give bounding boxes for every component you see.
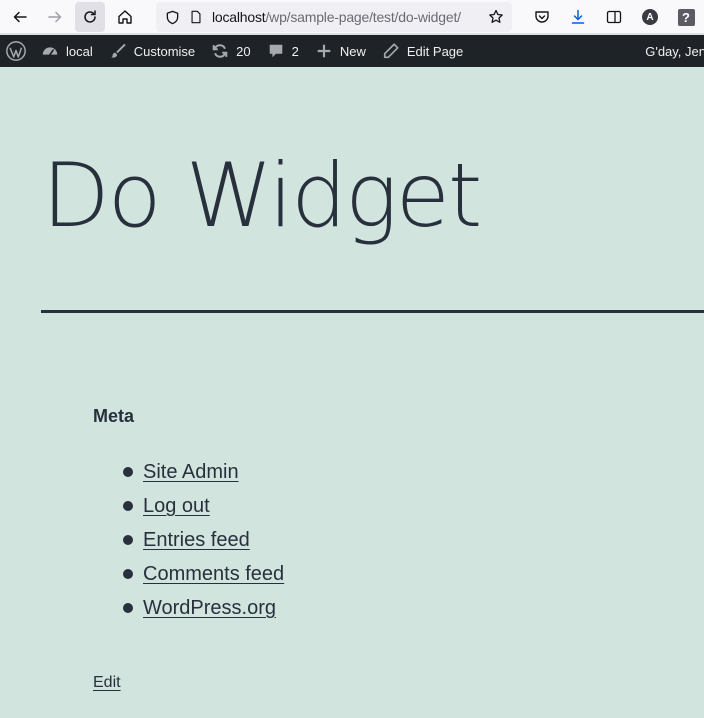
wp-admin-bar: local Customise 20 2 New Edit Page G'day… xyxy=(0,35,704,67)
home-icon xyxy=(118,9,132,24)
new-content-menu[interactable]: New xyxy=(307,35,374,67)
paintbrush-icon xyxy=(109,42,127,60)
list-item: Site Admin xyxy=(123,455,284,489)
bullet-icon xyxy=(123,467,133,477)
plus-icon xyxy=(315,42,333,60)
comments-count: 2 xyxy=(291,43,299,59)
updates-icon xyxy=(211,42,229,60)
list-item: Entries feed xyxy=(123,523,284,557)
downloads-button[interactable] xyxy=(560,2,596,32)
my-account-menu[interactable]: G'day, Jen xyxy=(637,35,704,67)
pencil-icon xyxy=(382,42,400,60)
site-name-label: local xyxy=(66,43,93,59)
wordpress-logo-button[interactable] xyxy=(0,35,33,67)
wordpress-org-link[interactable]: WordPress.org xyxy=(143,597,276,620)
reload-button[interactable] xyxy=(75,1,105,32)
comment-icon xyxy=(267,42,285,60)
customise-menu[interactable]: Customise xyxy=(101,35,203,67)
toolbar-right: A ? xyxy=(524,2,704,32)
download-icon xyxy=(571,9,585,24)
account-button[interactable]: A xyxy=(632,2,668,32)
account-avatar-icon: A xyxy=(642,9,658,25)
pocket-button[interactable] xyxy=(524,2,560,32)
page-icon[interactable] xyxy=(188,9,204,25)
shield-icon[interactable] xyxy=(164,9,180,25)
greeting-label: G'day, Jen xyxy=(645,43,704,59)
updates-count: 20 xyxy=(236,43,251,59)
new-label: New xyxy=(339,43,366,59)
log-out-link[interactable]: Log out xyxy=(143,495,210,518)
bullet-icon xyxy=(123,501,133,511)
reload-icon xyxy=(84,9,96,23)
pocket-icon xyxy=(535,11,549,23)
reader-view-button[interactable] xyxy=(596,2,632,32)
widget-title: Meta xyxy=(93,406,135,426)
url-bar[interactable]: localhost/wp/sample-page/test/do-widget/ xyxy=(156,2,512,32)
help-icon: ? xyxy=(677,8,695,26)
browser-toolbar: localhost/wp/sample-page/test/do-widget/… xyxy=(0,0,704,34)
back-button[interactable] xyxy=(5,2,35,32)
list-item: WordPress.org xyxy=(123,591,284,625)
site-name-menu[interactable]: local xyxy=(33,35,101,67)
wordpress-logo-icon xyxy=(6,41,26,61)
title-divider xyxy=(41,310,704,313)
updates-menu[interactable]: 20 xyxy=(203,35,258,67)
bookmark-star-icon[interactable] xyxy=(488,9,504,25)
url-text[interactable]: localhost/wp/sample-page/test/do-widget/ xyxy=(212,9,461,25)
forward-button[interactable] xyxy=(40,2,70,32)
customise-label: Customise xyxy=(133,43,196,59)
url-path: /wp/sample-page/test/do-widget/ xyxy=(265,9,461,25)
bullet-icon xyxy=(123,569,133,579)
edit-link[interactable]: Edit xyxy=(93,674,121,692)
help-button[interactable]: ? xyxy=(668,2,704,32)
list-item: Log out xyxy=(123,489,284,523)
sidebar-icon xyxy=(606,10,622,24)
comments-feed-link[interactable]: Comments feed xyxy=(143,563,284,586)
comments-menu[interactable]: 2 xyxy=(259,35,307,67)
bullet-icon xyxy=(123,603,133,613)
list-item: Comments feed xyxy=(123,557,284,591)
meta-links-list: Site Admin Log out Entries feed Comments… xyxy=(123,455,284,625)
arrow-right-icon xyxy=(48,11,62,22)
bullet-icon xyxy=(123,535,133,545)
site-admin-link[interactable]: Site Admin xyxy=(143,461,239,484)
entries-feed-link[interactable]: Entries feed xyxy=(143,529,250,552)
url-host: localhost xyxy=(212,9,266,25)
arrow-left-icon xyxy=(13,11,27,22)
home-button[interactable] xyxy=(110,2,140,32)
dashboard-icon xyxy=(41,42,59,60)
page-title: Do Widget xyxy=(42,144,482,247)
edit-page-menu[interactable]: Edit Page xyxy=(374,35,471,67)
edit-page-label: Edit Page xyxy=(406,43,464,59)
